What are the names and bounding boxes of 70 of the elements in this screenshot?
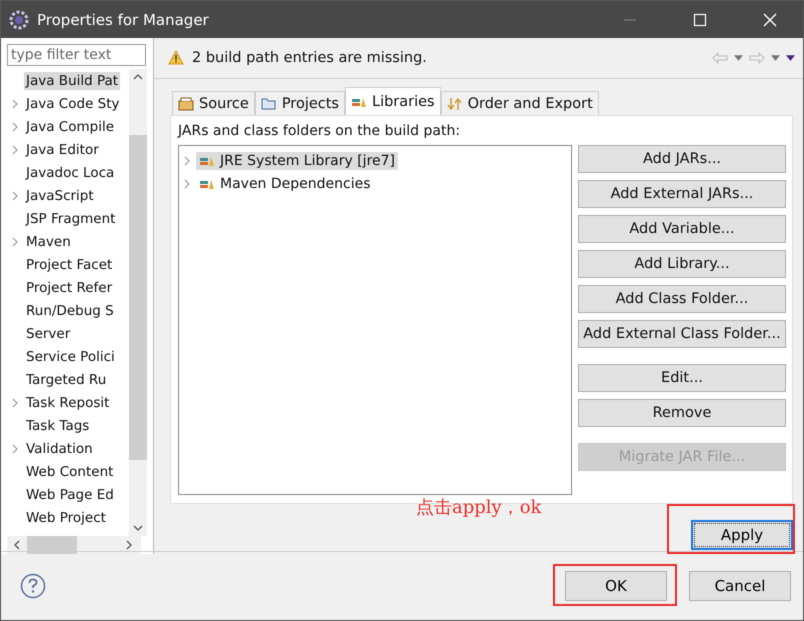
library-item[interactable]: Maven Dependencies — [196, 174, 374, 192]
forward-icon[interactable] — [749, 52, 765, 64]
scroll-up-icon[interactable] — [133, 73, 143, 81]
tree-item[interactable]: Web Project — [24, 508, 108, 526]
action-button[interactable]: Add Library... — [578, 250, 786, 278]
warning-icon — [168, 50, 184, 66]
gear-icon — [9, 10, 29, 30]
tree-item[interactable]: Java Editor — [24, 140, 101, 158]
tree-item[interactable]: Java Code Sty — [24, 94, 122, 112]
sort-arrows-icon — [446, 96, 463, 110]
expand-icon[interactable] — [11, 236, 19, 246]
list-label: JARs and class folders on the build path: — [178, 123, 462, 139]
tree-item[interactable]: Project Refer — [24, 278, 114, 296]
tree-item[interactable]: Javadoc Loca — [24, 164, 116, 182]
action-button[interactable]: Add JARs... — [578, 145, 786, 173]
vertical-scrollbar[interactable] — [129, 69, 147, 536]
action-button[interactable]: Edit... — [578, 364, 786, 392]
dropdown-icon[interactable] — [771, 55, 780, 61]
tab[interactable]: Projects — [254, 91, 345, 115]
tab[interactable]: Source — [172, 91, 255, 115]
filter-field[interactable]: type filter text — [7, 44, 146, 66]
close-icon[interactable] — [763, 12, 777, 26]
expand-icon[interactable] — [11, 398, 19, 408]
tree-item[interactable]: Web Content — [24, 462, 116, 480]
action-button[interactable]: Remove — [578, 399, 786, 427]
expand-icon[interactable] — [11, 122, 19, 132]
ok-button[interactable]: OK — [565, 571, 667, 601]
scroll-right-icon[interactable] — [125, 540, 133, 550]
apply-button[interactable]: Apply — [691, 520, 793, 550]
annotation-text: 点击apply，ok — [416, 496, 542, 519]
tree-item[interactable]: Targeted Ru — [24, 370, 108, 388]
tab[interactable]: Order and Export — [440, 91, 599, 115]
tab[interactable]: Libraries — [344, 87, 441, 115]
scroll-left-icon[interactable] — [13, 540, 21, 550]
tree-item[interactable]: JSP Fragment — [24, 210, 118, 228]
expand-icon[interactable] — [11, 144, 19, 154]
menu-icon[interactable] — [786, 55, 795, 61]
tree-item[interactable]: Validation — [24, 440, 95, 458]
action-button[interactable]: Add External Class Folder... — [578, 320, 786, 348]
action-button[interactable]: Add Class Folder... — [578, 285, 786, 313]
library-item[interactable]: JRE System Library [jre7] — [196, 152, 398, 170]
tree-item[interactable]: Service Polici — [24, 348, 117, 366]
action-button[interactable]: Add External JARs... — [578, 180, 786, 208]
tree-item[interactable]: Maven — [24, 232, 73, 250]
cancel-button[interactable]: Cancel — [689, 571, 791, 601]
expand-icon[interactable] — [11, 444, 19, 454]
expand-icon[interactable] — [183, 156, 191, 166]
status-message: 2 build path entries are missing. — [192, 50, 427, 66]
expand-icon[interactable] — [183, 178, 191, 188]
tree-item[interactable]: Web Page Ed — [24, 486, 116, 504]
tree-item[interactable]: Task Tags — [24, 416, 92, 434]
dropdown-icon[interactable] — [734, 55, 743, 61]
expand-icon[interactable] — [11, 190, 19, 200]
folder-icon — [260, 96, 277, 110]
package-icon — [178, 96, 194, 110]
tree-item[interactable]: Task Reposit — [24, 394, 112, 412]
tree-item[interactable]: Project Facet — [24, 256, 114, 274]
expand-icon[interactable] — [11, 98, 19, 108]
back-icon[interactable] — [712, 52, 728, 64]
tree-item[interactable]: JavaScript — [24, 186, 96, 204]
help-icon[interactable] — [20, 573, 46, 599]
window-title: Properties for Manager — [37, 10, 209, 28]
scroll-down-icon[interactable] — [133, 524, 143, 532]
tree-item[interactable]: Java Compile — [24, 118, 116, 136]
action-button[interactable]: Add Variable... — [578, 215, 786, 243]
tree-item[interactable]: Java Build Pat — [24, 72, 120, 90]
tree-item[interactable]: Run/Debug S — [24, 302, 116, 320]
maximize-icon[interactable] — [693, 12, 707, 26]
tree-item[interactable]: Server — [24, 324, 72, 342]
horizontal-scrollbar[interactable] — [7, 536, 141, 554]
